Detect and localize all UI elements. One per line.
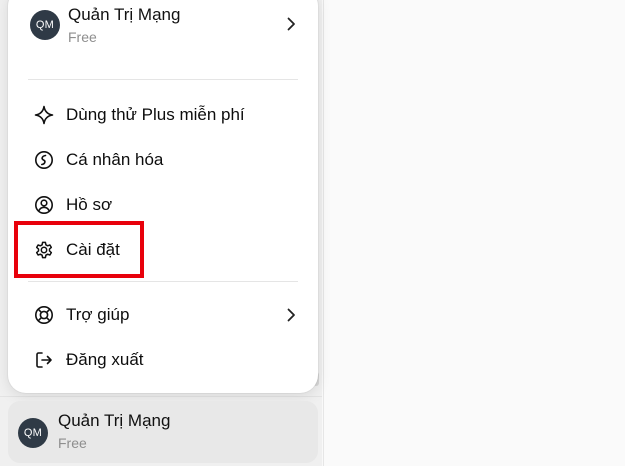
avatar: QM xyxy=(30,10,60,40)
sparkle-icon xyxy=(34,105,54,125)
main-content-area xyxy=(323,0,625,466)
menu-item-logout[interactable]: Đăng xuất xyxy=(22,341,306,379)
logout-icon xyxy=(34,350,54,370)
gear-icon xyxy=(34,240,54,260)
avatar: QM xyxy=(18,418,48,448)
chevron-right-icon xyxy=(284,17,298,31)
menu-item-settings[interactable]: Cài đặt xyxy=(22,231,306,269)
sidebar-divider xyxy=(0,396,322,397)
menu-item-label: Đăng xuất xyxy=(66,350,144,369)
account-plan: Free xyxy=(68,29,97,45)
profile-icon xyxy=(34,195,54,215)
menu-account-row[interactable]: QM Quản Trị Mạng Free xyxy=(8,0,318,52)
menu-item-help[interactable]: Trợ giúp xyxy=(22,296,306,334)
menu-item-try-plus[interactable]: Dùng thử Plus miễn phí xyxy=(22,96,306,134)
account-menu: QM Quản Trị Mạng Free Dùng thử Plus miễn… xyxy=(8,0,318,393)
menu-item-label: Trợ giúp xyxy=(66,305,130,324)
menu-item-personalize[interactable]: Cá nhân hóa xyxy=(22,141,306,179)
menu-item-label: Cá nhân hóa xyxy=(66,150,164,169)
account-name: Quản Trị Mạng xyxy=(58,411,171,430)
menu-item-label: Dùng thử Plus miễn phí xyxy=(66,105,245,124)
chevron-right-icon xyxy=(284,308,298,322)
menu-item-label: Hồ sơ xyxy=(66,195,113,214)
menu-separator xyxy=(28,281,298,282)
menu-separator xyxy=(28,79,298,80)
lifebuoy-icon xyxy=(34,305,54,325)
menu-item-label: Cài đặt xyxy=(66,240,120,259)
account-plan: Free xyxy=(58,435,87,451)
account-name: Quản Trị Mạng xyxy=(68,5,181,24)
sidebar-account-button[interactable]: QM Quản Trị Mạng Free xyxy=(8,401,318,463)
personalize-icon xyxy=(34,150,54,170)
menu-item-profile[interactable]: Hồ sơ xyxy=(22,186,306,224)
